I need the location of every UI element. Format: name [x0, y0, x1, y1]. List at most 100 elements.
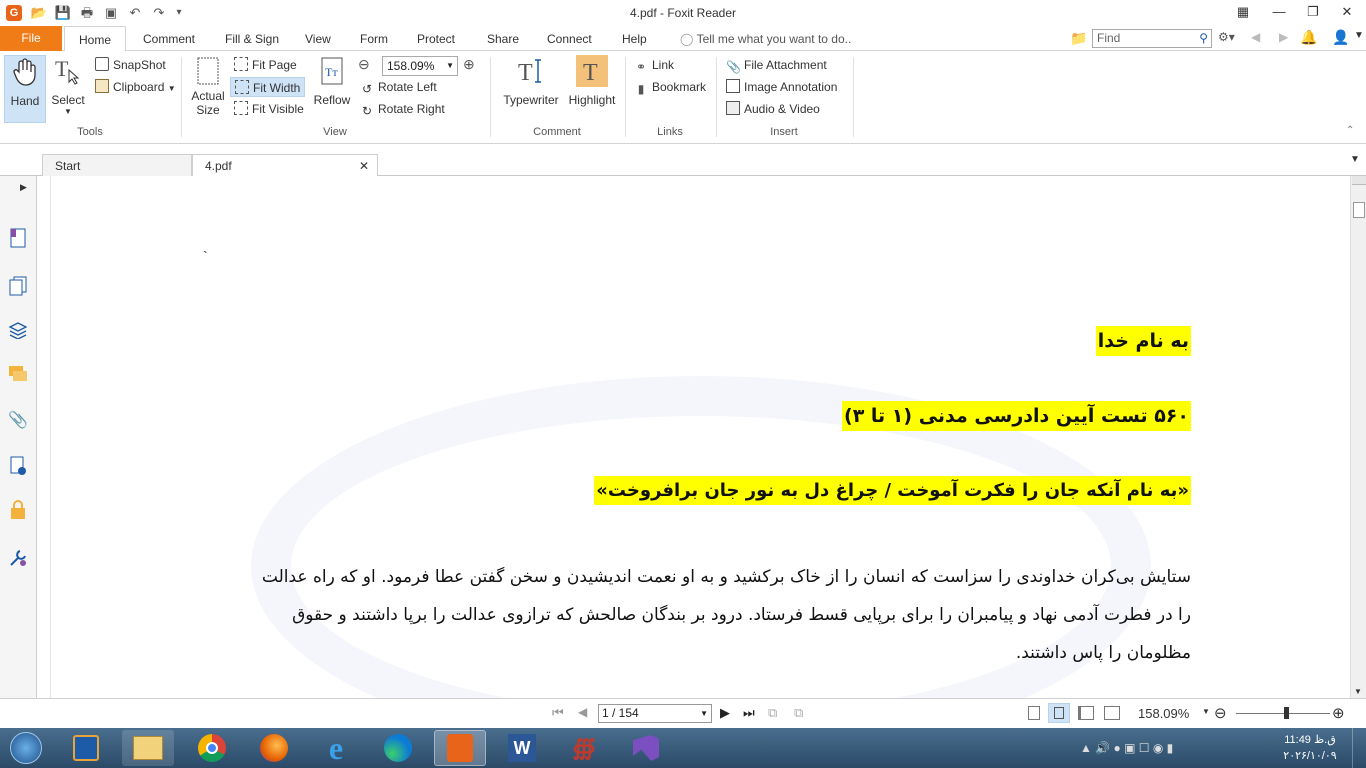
- first-page-icon[interactable]: ⏮: [552, 705, 564, 721]
- previous-page-icon[interactable]: ◀: [578, 705, 587, 719]
- fit-width-icon: [235, 80, 249, 94]
- next-view-icon[interactable]: ⧉: [794, 705, 803, 721]
- security-panel-icon[interactable]: [8, 500, 28, 520]
- edge-icon[interactable]: [372, 730, 424, 766]
- fit-width-button[interactable]: Fit Width: [230, 77, 306, 97]
- document-view[interactable]: ` به نام خدا ۵۶۰ تست آیین دادرسی مدنی (۱…: [37, 176, 1350, 698]
- visual-studio-icon[interactable]: [620, 730, 672, 766]
- highlight-button[interactable]: T Highlight: [566, 55, 618, 107]
- rotate-right-button[interactable]: ↻ Rotate Right: [360, 99, 445, 119]
- account-icon[interactable]: 👤: [1332, 29, 1349, 46]
- tab-form[interactable]: Form: [358, 26, 390, 51]
- link-button[interactable]: ⚭ Link: [634, 55, 674, 75]
- comments-panel-icon[interactable]: [8, 364, 28, 384]
- reflow-button[interactable]: Tт Reflow: [311, 55, 353, 107]
- pages-panel-icon[interactable]: [8, 276, 28, 296]
- bookmark-button[interactable]: ▮ Bookmark: [634, 77, 706, 97]
- tab-protect[interactable]: Protect: [415, 26, 457, 51]
- minimize-button[interactable]: —: [1262, 2, 1296, 22]
- scroll-thumb[interactable]: [1353, 202, 1365, 218]
- tab-fill-sign[interactable]: Fill & Sign: [223, 26, 281, 51]
- zoom-dropdown-icon[interactable]: ▼: [1202, 707, 1210, 716]
- actual-size-button[interactable]: Actual Size: [188, 55, 228, 117]
- chrome-icon[interactable]: [186, 730, 238, 766]
- notification-icon[interactable]: 🔔: [1300, 29, 1317, 46]
- rotate-left-button[interactable]: ↺ Rotate Left: [360, 77, 437, 97]
- folder-search-icon[interactable]: 📁: [1070, 30, 1087, 47]
- tab-help[interactable]: Help: [620, 26, 649, 51]
- zoom-select[interactable]: 158.09% ▼: [382, 56, 458, 76]
- image-annotation-button[interactable]: Image Annotation: [726, 77, 837, 97]
- scroll-up-button[interactable]: [1352, 176, 1366, 185]
- file-explorer-icon[interactable]: [122, 730, 174, 766]
- tell-me-box[interactable]: ◯ Tell me what you want to do..: [680, 26, 851, 51]
- tab-share[interactable]: Share: [485, 26, 521, 51]
- attachments-panel-icon[interactable]: 📎: [8, 410, 28, 430]
- tray-icons[interactable]: ▲ 🔊 ● ▣ ☐ ◉ ▮: [1080, 741, 1173, 755]
- internet-explorer-icon[interactable]: e: [310, 730, 362, 766]
- close-button[interactable]: ✕: [1330, 2, 1364, 22]
- clock[interactable]: 11:49 ق.ظ ۲۰۲۶/۱۰/۰۹: [1280, 732, 1340, 764]
- tab-view[interactable]: View: [303, 26, 333, 51]
- restore-button[interactable]: ❐: [1296, 2, 1330, 22]
- media-player-icon[interactable]: [60, 730, 112, 766]
- search-icon[interactable]: ⚲: [1199, 30, 1208, 47]
- word-icon[interactable]: W: [496, 730, 548, 766]
- expand-panel-icon[interactable]: ▶: [20, 182, 27, 193]
- status-zoom-out-icon[interactable]: ⊖: [1214, 704, 1227, 722]
- zoom-out-icon[interactable]: ⊖: [358, 56, 370, 73]
- ribbon-display-icon[interactable]: ▦: [1226, 2, 1260, 22]
- single-page-icon[interactable]: [1028, 706, 1040, 720]
- start-button[interactable]: [0, 730, 52, 766]
- fit-page-button[interactable]: Fit Page: [234, 55, 297, 75]
- tab-start[interactable]: Start: [42, 154, 192, 176]
- bookmarks-panel-icon[interactable]: [8, 228, 28, 248]
- page-dropdown-icon[interactable]: ▼: [700, 705, 708, 722]
- clipboard-dropdown-icon[interactable]: ▼: [168, 84, 176, 93]
- tab-home[interactable]: Home: [64, 26, 127, 52]
- forward-icon[interactable]: ▶: [1279, 30, 1288, 44]
- zoom-dropdown-icon[interactable]: ▼: [446, 57, 454, 75]
- select-dropdown-icon[interactable]: ▼: [48, 107, 88, 116]
- tab-4pdf[interactable]: 4.pdf ✕: [192, 154, 378, 176]
- facing-page-icon[interactable]: [1078, 706, 1094, 720]
- firefox-icon[interactable]: [248, 730, 300, 766]
- layers-panel-icon[interactable]: [8, 320, 28, 340]
- chevron-down-icon[interactable]: ▼: [1354, 30, 1364, 41]
- next-page-icon[interactable]: ▶: [720, 705, 730, 721]
- audio-video-button[interactable]: Audio & Video: [726, 99, 820, 119]
- show-desktop-button[interactable]: [1352, 728, 1366, 768]
- tab-file[interactable]: File: [0, 26, 62, 51]
- hand-tool-button[interactable]: Hand: [4, 55, 46, 123]
- close-tab-icon[interactable]: ✕: [359, 155, 369, 177]
- tab-comment[interactable]: Comment: [141, 26, 197, 51]
- snapshot-button[interactable]: SnapShot: [95, 55, 166, 75]
- clipboard-button[interactable]: Clipboard ▼: [95, 77, 176, 97]
- zoom-in-icon[interactable]: ⊕: [463, 56, 475, 73]
- fit-visible-button[interactable]: Fit Visible: [234, 99, 304, 119]
- actual-size-label-2: Size: [196, 103, 220, 117]
- vertical-scrollbar[interactable]: ▼: [1350, 176, 1366, 698]
- last-page-icon[interactable]: ⏭: [743, 705, 755, 721]
- signatures-panel-icon[interactable]: [8, 456, 28, 476]
- settings-icon[interactable]: ⚙▾: [1218, 30, 1235, 44]
- continuous-facing-icon[interactable]: [1104, 706, 1120, 720]
- file-attachment-button[interactable]: 📎 File Attachment: [726, 55, 827, 75]
- zoom-slider[interactable]: [1236, 713, 1330, 714]
- select-tool-button[interactable]: T Select ▼: [48, 55, 88, 116]
- status-zoom-in-icon[interactable]: ⊕: [1332, 704, 1345, 722]
- scroll-down-icon[interactable]: ▼: [1354, 687, 1362, 696]
- foxit-taskbar-icon[interactable]: [434, 730, 486, 766]
- search-input[interactable]: Find ⚲: [1092, 29, 1212, 48]
- page-number-input[interactable]: 1 / 154 ▼: [598, 704, 712, 723]
- tools-panel-icon[interactable]: [8, 548, 28, 568]
- typewriter-button[interactable]: T Typewriter: [500, 55, 562, 107]
- tabs-dropdown-icon[interactable]: ▼: [1350, 154, 1360, 165]
- zoom-slider-thumb[interactable]: [1284, 707, 1289, 719]
- back-icon[interactable]: ◀: [1251, 30, 1260, 44]
- app-red-icon[interactable]: ∰: [558, 730, 610, 766]
- continuous-page-icon[interactable]: [1048, 703, 1070, 723]
- collapse-ribbon-icon[interactable]: ⌃: [1346, 125, 1354, 136]
- tab-connect[interactable]: Connect: [545, 26, 594, 51]
- previous-view-icon[interactable]: ⧉: [768, 705, 777, 721]
